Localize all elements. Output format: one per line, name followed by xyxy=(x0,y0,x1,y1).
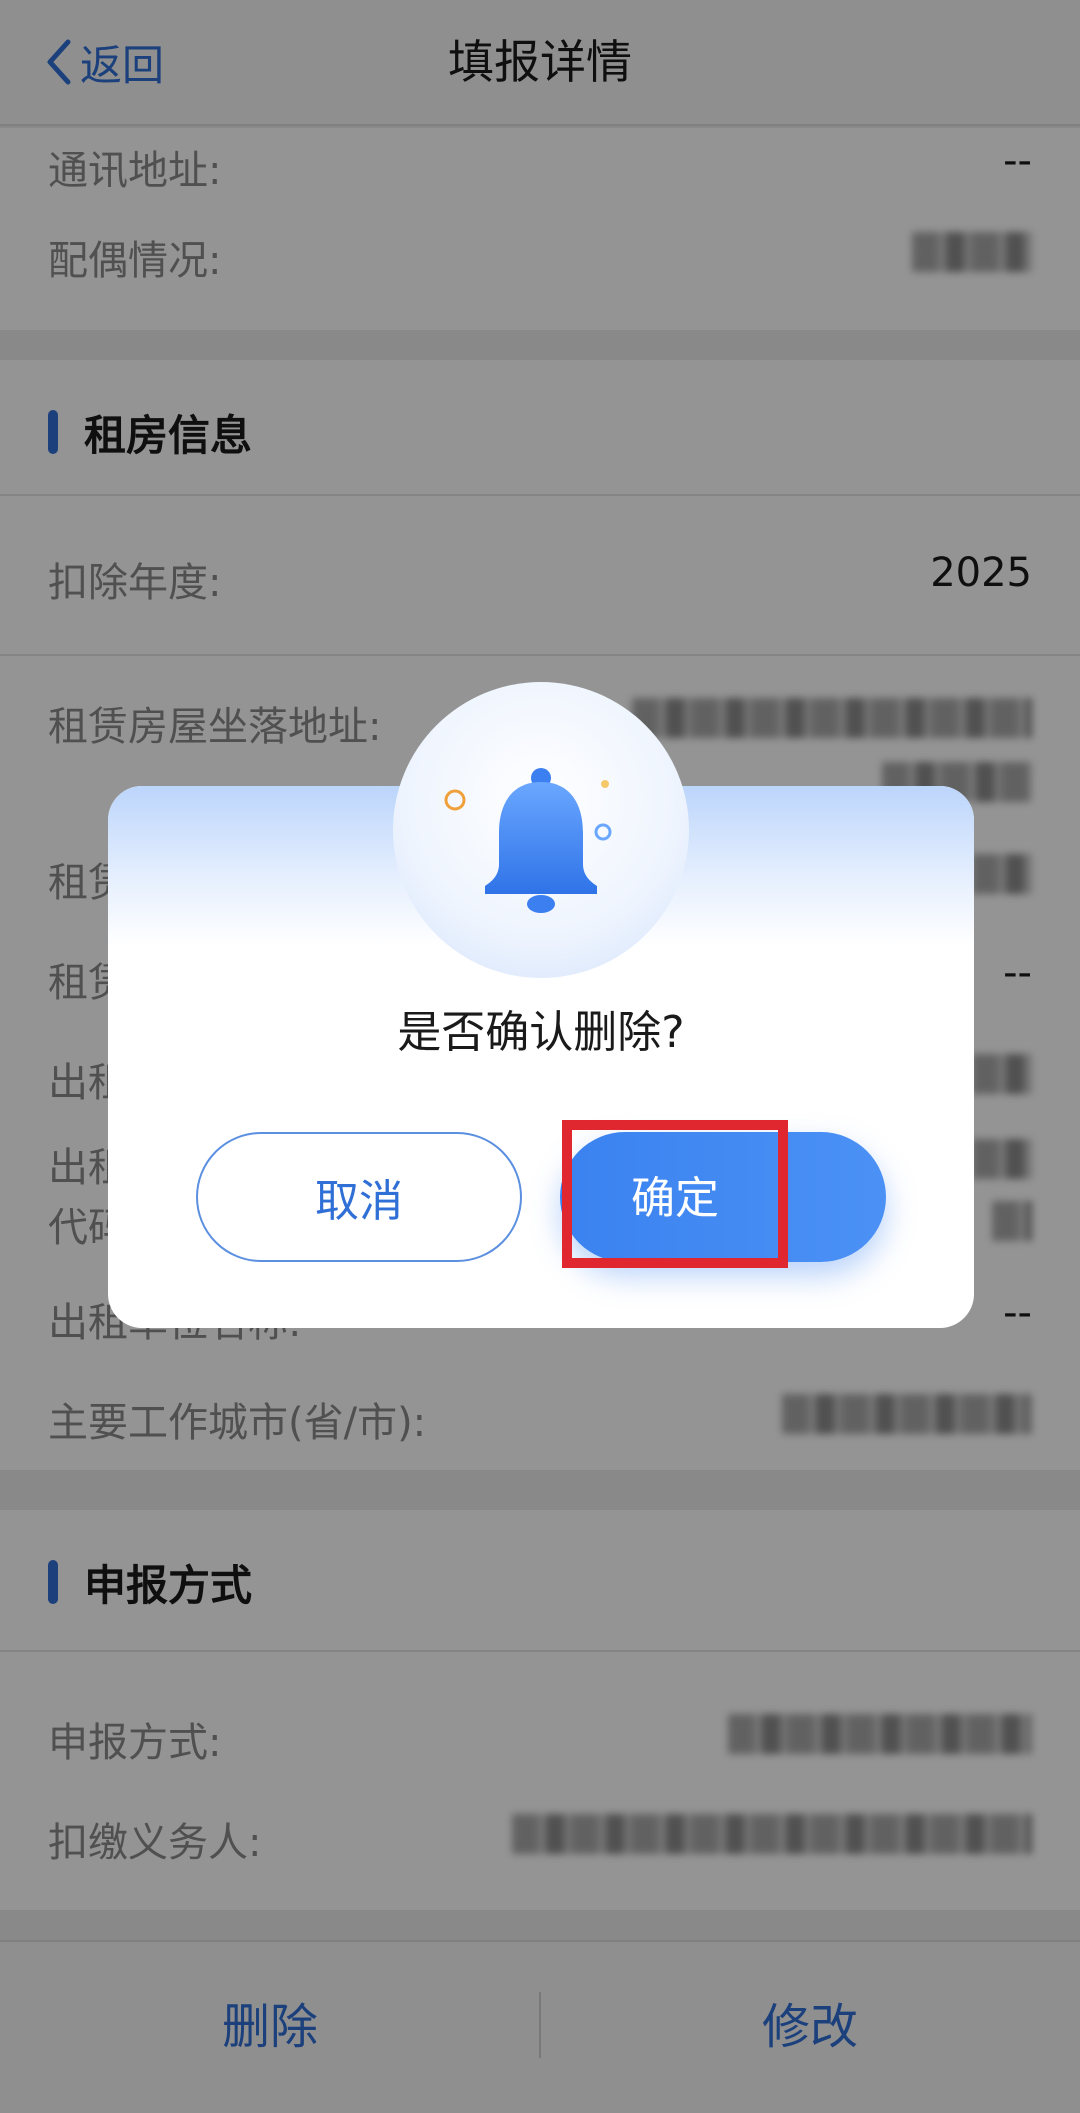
confirm-button-highlight[interactable]: 确定 xyxy=(562,1120,788,1268)
cancel-button[interactable]: 取消 xyxy=(196,1132,522,1262)
dialog-message: 是否确认删除? xyxy=(397,1007,685,1058)
confirm-delete-dialog: 是否确认删除? 取消 确定 xyxy=(108,682,974,1328)
bell-icon xyxy=(444,768,612,913)
bell-badge xyxy=(393,682,689,978)
